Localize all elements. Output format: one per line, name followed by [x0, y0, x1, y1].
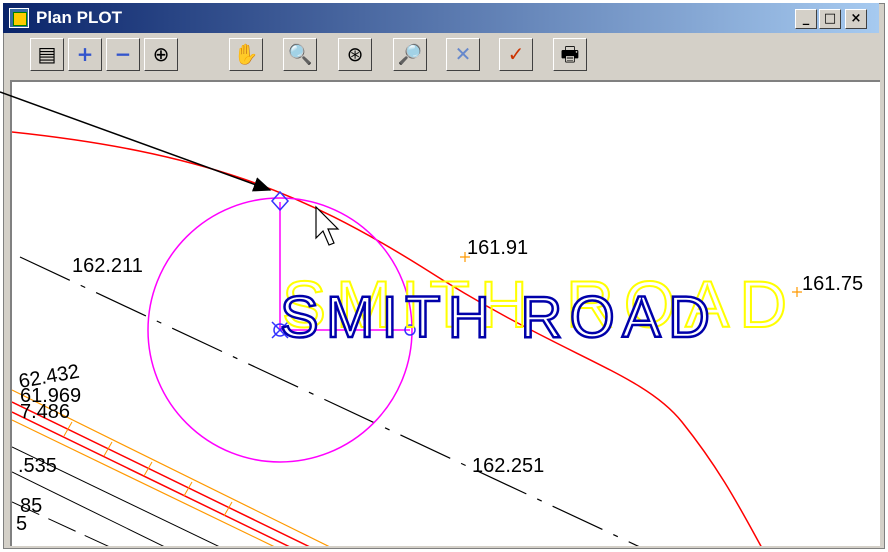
level-label: 161.91 — [467, 237, 528, 259]
pan-hand-icon[interactable]: ✋ — [229, 38, 263, 71]
pick-icon[interactable]: ✓ — [499, 38, 533, 71]
plan-canvas[interactable]: SMITH ROAD SMITH ROAD 162.211 161.91 161… — [10, 80, 880, 546]
zoom-extents-icon[interactable]: ⊛ — [338, 38, 372, 71]
print-icon[interactable]: 🖶 — [553, 38, 587, 71]
zoom-out-icon[interactable]: − — [106, 38, 140, 71]
zoom-plus-minus-icon[interactable]: 🔍 — [283, 38, 317, 71]
level-label: 162.211 — [72, 255, 143, 277]
level-label: 161.75 — [802, 273, 863, 295]
zoom-previous-icon[interactable]: 🔎 — [393, 38, 427, 71]
maximize-button[interactable]: □ — [819, 9, 841, 29]
level-label: 5 — [16, 513, 27, 535]
clear-icon[interactable]: ✕ — [446, 38, 480, 71]
level-label: .535 — [18, 455, 57, 477]
level-label: 7.486 — [20, 401, 70, 423]
app-icon[interactable] — [9, 8, 29, 28]
mouse-cursor-icon — [315, 205, 340, 246]
level-label: 162.251 — [472, 455, 544, 477]
title-bar[interactable]: Plan PLOT _ □ × — [3, 3, 879, 33]
plan-drawing[interactable]: SMITH ROAD SMITH ROAD 162.211 161.91 161… — [12, 82, 880, 546]
plot-parameters-icon[interactable]: ▤ — [30, 38, 64, 71]
window-title: Plan PLOT — [36, 8, 122, 27]
zoom-center-icon[interactable]: ⊕ — [144, 38, 178, 71]
minimize-button[interactable]: _ — [795, 9, 817, 29]
zoom-in-icon[interactable]: + — [68, 38, 102, 71]
toolbar: ▤ + − ⊕ ✋ 🔍 ⊛ 🔎 ✕ ✓ 🖶 — [3, 34, 879, 76]
close-button[interactable]: × — [845, 9, 867, 29]
